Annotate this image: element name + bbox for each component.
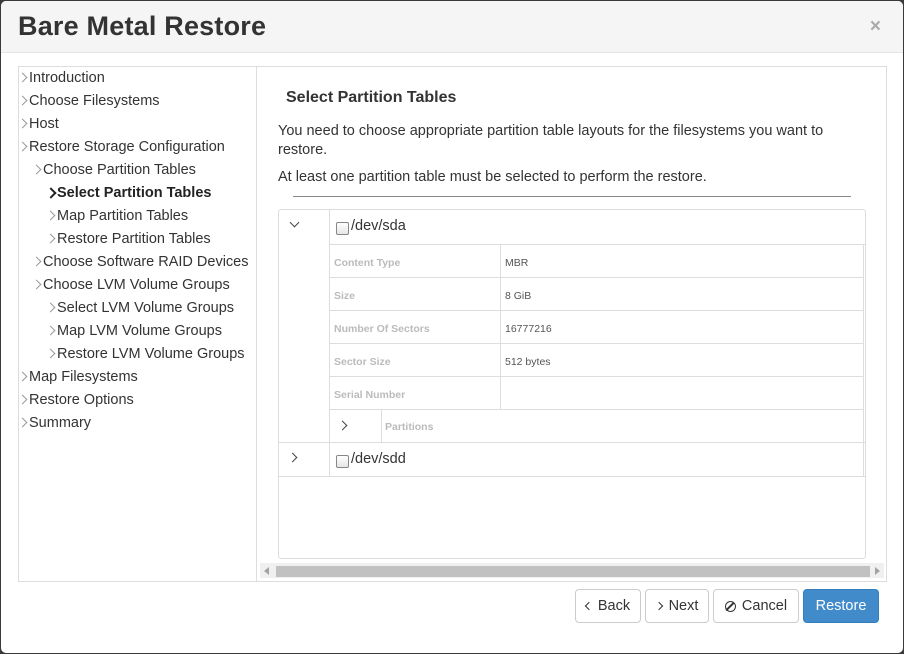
prop-value-sector-size: 512 bytes [505, 356, 551, 368]
chevron-right-icon [19, 67, 29, 89]
dialog-header: Bare Metal Restore × [1, 1, 903, 53]
close-icon[interactable]: × [870, 17, 881, 37]
wizard-nav: Introduction Choose Filesystems Host Res… [19, 67, 257, 581]
prop-name-size: Size [334, 290, 356, 302]
chevron-right-icon [19, 412, 29, 434]
expand-sdd-chevron-right-icon[interactable] [287, 450, 303, 466]
prop-value-size: 8 GiB [505, 290, 532, 302]
chevron-right-icon [33, 251, 43, 273]
nav-item-choose-lvm-volume-groups[interactable]: Choose LVM Volume Groups [33, 274, 230, 296]
chevron-right-icon [47, 205, 57, 227]
expand-partitions-chevron-right-icon[interactable] [337, 418, 353, 434]
nav-item-choose-filesystems[interactable]: Choose Filesystems [19, 90, 160, 112]
prop-value-number-of-sectors: 16777216 [505, 323, 552, 335]
sdd-checkbox[interactable] [336, 455, 349, 468]
chevron-right-icon [47, 297, 57, 319]
note-text: At least one partition table must be sel… [278, 169, 707, 185]
dialog-title: Bare Metal Restore [18, 11, 267, 41]
nav-item-map-partition-tables[interactable]: Map Partition Tables [47, 205, 188, 227]
device-name-sda: /dev/sda [351, 218, 406, 234]
nav-item-choose-partition-tables[interactable]: Choose Partition Tables [33, 159, 196, 181]
chevron-right-icon [47, 320, 57, 342]
nav-item-restore-lvm-volume-groups[interactable]: Restore LVM Volume Groups [47, 343, 245, 365]
nav-item-host[interactable]: Host [19, 113, 59, 135]
restore-button[interactable]: Restore [803, 589, 879, 623]
prop-name-serial-number: Serial Number [334, 389, 406, 401]
chevron-right-icon [47, 182, 57, 204]
prop-name-sector-size: Sector Size [334, 356, 391, 368]
collapse-sda-chevron-down-icon[interactable] [287, 217, 303, 233]
nav-item-restore-partition-tables[interactable]: Restore Partition Tables [47, 228, 211, 250]
nav-item-choose-software-raid-devices[interactable]: Choose Software RAID Devices [33, 251, 249, 273]
wizard-content: Select Partition Tables You need to choo… [258, 67, 886, 581]
chevron-right-icon [654, 601, 663, 611]
nav-item-restore-storage-configuration[interactable]: Restore Storage Configuration [19, 136, 225, 158]
scrollbar-thumb[interactable] [276, 566, 870, 577]
divider [293, 196, 851, 197]
chevron-right-icon [19, 389, 29, 411]
device-name-sdd: /dev/sdd [351, 451, 406, 467]
chevron-right-icon [19, 366, 29, 388]
intro-text: You need to choose appropriate partition… [278, 123, 824, 158]
nav-item-map-lvm-volume-groups[interactable]: Map LVM Volume Groups [47, 320, 222, 342]
chevron-right-icon [47, 343, 57, 365]
scroll-left-icon[interactable] [264, 567, 269, 575]
nav-item-map-filesystems[interactable]: Map Filesystems [19, 366, 138, 388]
chevron-right-icon [19, 136, 29, 158]
nav-item-restore-options[interactable]: Restore Options [19, 389, 134, 411]
horizontal-scrollbar[interactable] [260, 563, 884, 578]
prop-name-content-type: Content Type [334, 257, 401, 269]
chevron-right-icon [19, 90, 29, 112]
next-button[interactable]: Next [645, 589, 709, 623]
section-title: Select Partition Tables [286, 89, 457, 106]
prop-name-number-of-sectors: Number Of Sectors [334, 323, 430, 335]
partition-table-tree: /dev/sda Content Type MBR Size 8 GiB Num… [278, 209, 866, 559]
scroll-right-icon[interactable] [875, 567, 880, 575]
bare-metal-restore-dialog: Bare Metal Restore × Introduction Choose… [1, 1, 903, 653]
chevron-right-icon [33, 274, 43, 296]
chevron-right-icon [19, 113, 29, 135]
back-button[interactable]: Back [575, 589, 641, 623]
nav-item-select-lvm-volume-groups[interactable]: Select LVM Volume Groups [47, 297, 234, 319]
chevron-left-icon [584, 601, 594, 611]
nav-item-introduction[interactable]: Introduction [19, 67, 105, 89]
sda-checkbox[interactable] [336, 222, 349, 235]
partitions-label: Partitions [385, 421, 434, 433]
nav-item-summary[interactable]: Summary [19, 412, 91, 434]
prop-value-content-type: MBR [505, 257, 529, 269]
wizard-panel: Introduction Choose Filesystems Host Res… [18, 66, 887, 582]
ban-icon [724, 600, 736, 612]
cancel-button[interactable]: Cancel [713, 589, 799, 623]
chevron-right-icon [47, 228, 57, 250]
chevron-right-icon [33, 159, 43, 181]
nav-item-select-partition-tables[interactable]: Select Partition Tables [47, 182, 211, 204]
